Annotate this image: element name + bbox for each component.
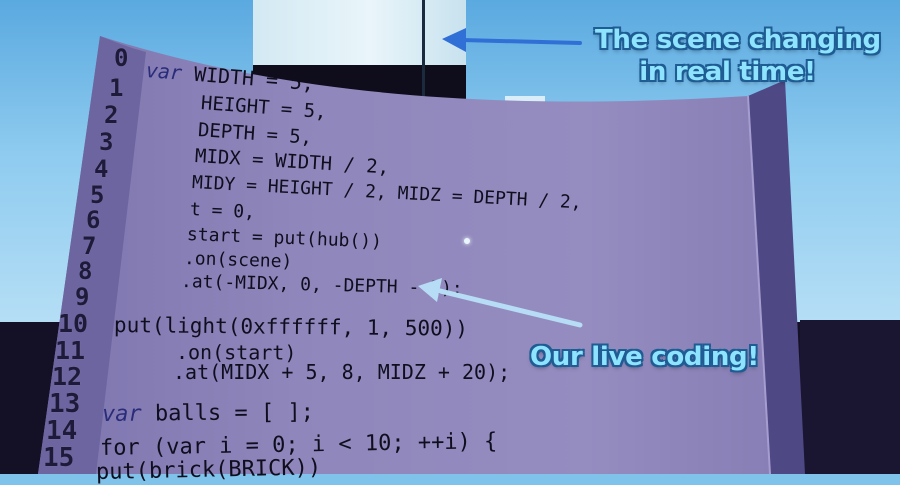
scene-arrow-icon: [442, 28, 582, 52]
code-arrow-icon: [418, 278, 583, 328]
annotation-scene-line2: in real time!: [639, 57, 816, 87]
annotation-scene-line1: The scene changing: [595, 25, 881, 55]
annotation-live-coding: Our live coding!: [530, 342, 759, 372]
annotation-scene: The scene changing in real time!: [595, 24, 881, 88]
